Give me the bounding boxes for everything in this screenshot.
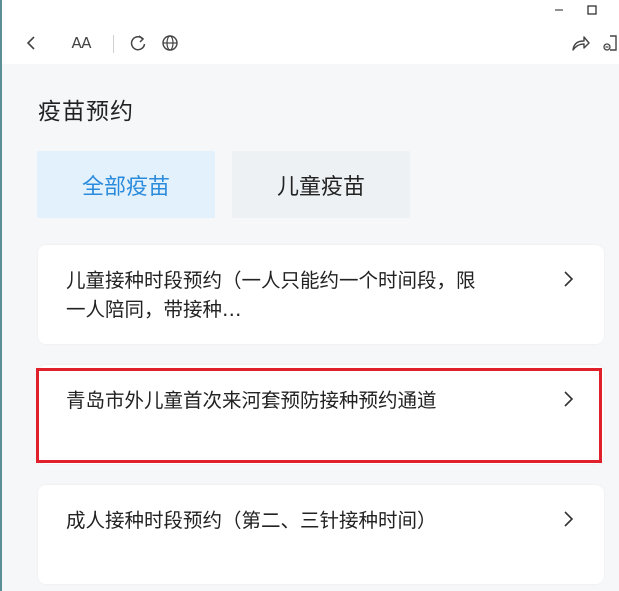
maximize-button[interactable] xyxy=(580,0,604,20)
refresh-button[interactable] xyxy=(125,30,151,56)
exit-icon xyxy=(603,35,617,51)
font-size-glyph: AA xyxy=(71,34,92,52)
chevron-right-icon xyxy=(564,271,574,287)
tab-label: 全部疫苗 xyxy=(81,174,170,200)
font-size-button[interactable]: AA xyxy=(66,30,96,56)
appointment-card-adult-timeslot[interactable]: 成人接种时段预约（第二、三针接种时间） xyxy=(38,485,604,584)
tab-all-vaccines[interactable]: 全部疫苗 xyxy=(37,151,215,218)
back-icon xyxy=(26,36,35,50)
card-text: 儿童接种时段预约（一人只能约一个时间段，限一人陪同，带接种… xyxy=(66,269,476,321)
tab-label: 儿童疫苗 xyxy=(276,174,365,200)
card-text: 成人接种时段预约（第二、三针接种时间） xyxy=(66,509,437,532)
refresh-icon xyxy=(130,35,146,51)
globe-icon xyxy=(162,35,178,51)
maximize-icon xyxy=(587,5,597,15)
minimize-icon xyxy=(555,9,563,11)
globe-button[interactable] xyxy=(157,30,183,56)
toolbar-divider xyxy=(113,35,114,53)
minimize-button[interactable] xyxy=(547,0,571,20)
back-button[interactable] xyxy=(18,30,44,56)
highlight-box xyxy=(36,368,602,463)
share-icon xyxy=(572,36,590,51)
share-button[interactable] xyxy=(567,30,593,56)
exit-button[interactable] xyxy=(599,30,619,56)
chevron-right-icon xyxy=(564,511,574,527)
font-size-icon: AA xyxy=(71,34,92,52)
title-bar xyxy=(2,0,619,22)
window-left-border xyxy=(0,0,2,591)
appointment-card-child-timeslot[interactable]: 儿童接种时段预约（一人只能约一个时间段，限一人陪同，带接种… xyxy=(38,245,604,344)
tab-child-vaccines[interactable]: 儿童疫苗 xyxy=(232,151,410,218)
page-title: 疫苗预约 xyxy=(38,99,134,125)
toolbar: AA xyxy=(2,22,619,64)
